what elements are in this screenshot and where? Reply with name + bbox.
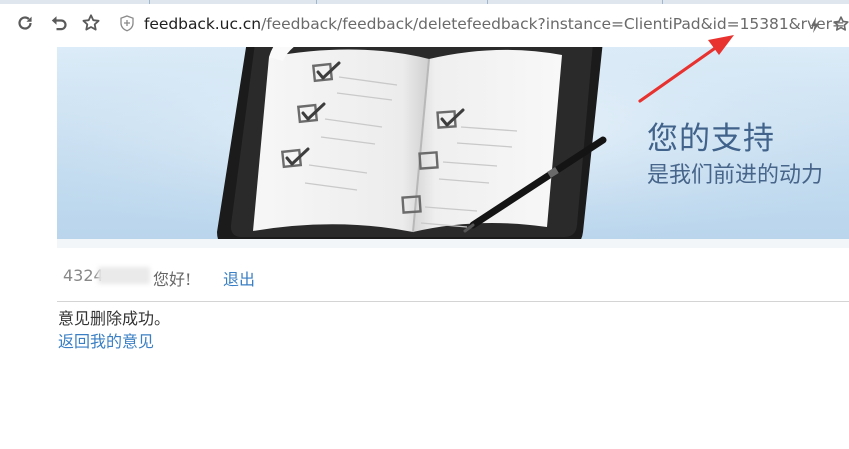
shield-icon: [120, 15, 134, 32]
delete-success-message: 意见删除成功。: [58, 309, 171, 328]
greeting-text: 您好!: [153, 270, 192, 289]
logout-link[interactable]: 退出: [223, 266, 255, 290]
browser-toolbar: feedback.uc.cn/feedback/feedback/deletef…: [0, 0, 849, 47]
url-host: feedback.uc.cn: [144, 15, 262, 33]
banner-bottom-strip: [57, 239, 849, 248]
bookmark-star-icon[interactable]: [80, 12, 102, 34]
user-bar: 4324 您好! 退出: [57, 249, 849, 302]
banner-slogan-sub: 是我们前进的动力: [647, 163, 824, 188]
feedback-banner: 您的支持 是我们前进的动力: [57, 47, 849, 248]
favorite-star-icon[interactable]: [832, 15, 849, 33]
url-path: /feedback/feedback/deletefeedback?instan…: [261, 15, 845, 33]
back-to-my-feedback-link[interactable]: 返回我的意见: [58, 328, 154, 352]
url-text: feedback.uc.cn/feedback/feedback/deletef…: [144, 13, 845, 35]
address-bar[interactable]: feedback.uc.cn/feedback/feedback/deletef…: [110, 9, 849, 39]
tab-strip: [0, 0, 849, 4]
flash-icon[interactable]: [810, 17, 820, 33]
undo-icon[interactable]: [48, 12, 70, 34]
redacted-user-id: [98, 267, 150, 284]
banner-slogan-main: 您的支持: [647, 121, 775, 157]
reload-icon[interactable]: [14, 12, 36, 34]
